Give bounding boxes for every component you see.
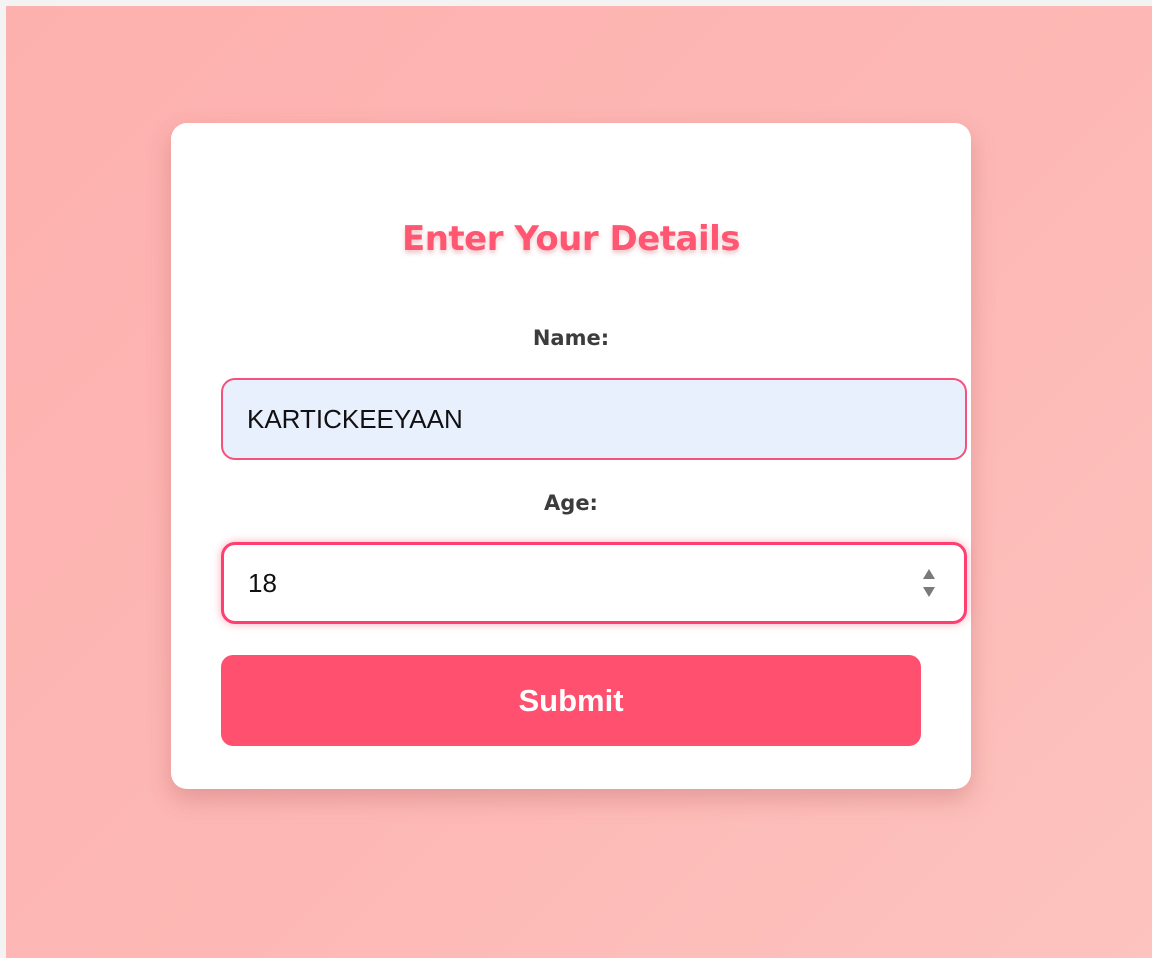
number-spinner-icon[interactable]: [920, 564, 938, 602]
name-input-value: KARTICKEEYAAN: [247, 403, 463, 434]
age-input-value: 18: [248, 567, 277, 598]
age-input[interactable]: 18: [221, 542, 967, 624]
spinner-up-arrow: [923, 569, 935, 579]
form-title: Enter Your Details: [401, 219, 741, 259]
page-background: Enter Your Details Name: KARTICKEEYAAN A…: [6, 6, 1152, 958]
name-label: Name:: [532, 326, 610, 350]
submit-button[interactable]: Submit: [221, 655, 921, 746]
name-input[interactable]: KARTICKEEYAAN: [221, 378, 967, 460]
details-form-card: Enter Your Details Name: KARTICKEEYAAN A…: [171, 123, 971, 789]
age-label: Age:: [544, 491, 598, 515]
spinner-down-arrow: [923, 587, 935, 597]
